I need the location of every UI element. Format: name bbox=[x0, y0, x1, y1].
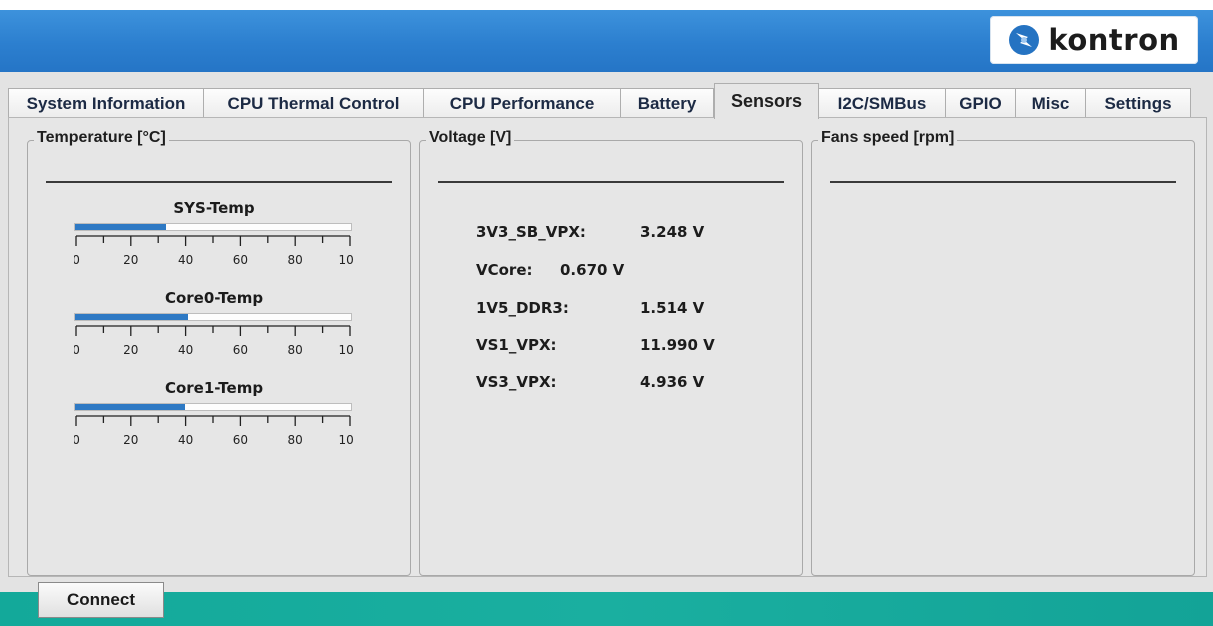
scale-label: 80 bbox=[288, 253, 303, 267]
gauge-track bbox=[74, 313, 352, 321]
voltage-label: VCore: bbox=[476, 261, 533, 279]
scale-label: 100 bbox=[339, 343, 354, 357]
fans-group-title: Fans speed [rpm] bbox=[818, 129, 958, 147]
scale-label: 0 bbox=[74, 433, 80, 447]
tab-label: Settings bbox=[1104, 93, 1172, 113]
gauge-fill bbox=[75, 224, 167, 230]
divider bbox=[438, 181, 784, 183]
voltage-value: 0.670 V bbox=[560, 261, 625, 279]
temperature-group: Temperature [°C] SYS-Temp 0 20 40 60 80 100 C… bbox=[27, 129, 411, 576]
voltage-label: 3V3_SB_VPX: bbox=[476, 223, 586, 241]
tab-misc[interactable]: Misc bbox=[1016, 88, 1086, 118]
gauge-fill bbox=[75, 314, 189, 320]
tab-label: CPU Thermal Control bbox=[227, 93, 400, 113]
gauge-fill bbox=[75, 404, 186, 410]
voltage-group-title: Voltage [V] bbox=[426, 129, 515, 147]
scale-label: 20 bbox=[123, 343, 138, 357]
divider bbox=[830, 181, 1176, 183]
connect-button[interactable]: Connect bbox=[38, 582, 164, 618]
voltage-group: Voltage [V] 3V3_SB_VPX: 3.248 V VCore: 0… bbox=[419, 129, 803, 576]
logo-text: kontron bbox=[1048, 23, 1180, 57]
tab-label: Sensors bbox=[730, 91, 803, 111]
tab-label: CPU Performance bbox=[449, 93, 595, 113]
divider bbox=[46, 181, 392, 183]
client-area: System Information CPU Thermal Control C… bbox=[0, 72, 1213, 592]
gauge-track bbox=[74, 223, 352, 231]
scale-label: 20 bbox=[123, 253, 138, 267]
scale-label: 80 bbox=[288, 343, 303, 357]
app-window: kontron System Information CPU Thermal C… bbox=[0, 10, 1213, 626]
tab-bar: System Information CPU Thermal Control C… bbox=[8, 82, 1191, 119]
tab-system-information[interactable]: System Information bbox=[8, 88, 204, 118]
tab-label: I2C/SMBus bbox=[837, 93, 927, 113]
scale-label: 100 bbox=[339, 433, 354, 447]
gauge-scale: 0 20 40 60 80 100 bbox=[74, 325, 354, 357]
scale-label: 60 bbox=[233, 433, 248, 447]
temperature-group-title: Temperature [°C] bbox=[34, 129, 169, 147]
tab-label: Misc bbox=[1031, 93, 1070, 113]
gauge-track bbox=[74, 403, 352, 411]
voltage-value: 3.248 V bbox=[640, 223, 705, 241]
tab-settings[interactable]: Settings bbox=[1086, 88, 1191, 118]
scale-label: 0 bbox=[74, 343, 80, 357]
voltage-value: 1.514 V bbox=[640, 299, 705, 317]
tab-cpu-thermal-control[interactable]: CPU Thermal Control bbox=[204, 88, 424, 118]
gauge-label: Core1-Temp bbox=[164, 379, 264, 397]
voltage-label: VS1_VPX: bbox=[476, 336, 557, 354]
tab-i2c-smbus[interactable]: I2C/SMBus bbox=[819, 88, 946, 118]
connect-button-label: Connect bbox=[67, 590, 135, 609]
tab-label: GPIO bbox=[959, 93, 1002, 113]
scale-label: 80 bbox=[288, 433, 303, 447]
scale-label: 20 bbox=[123, 433, 138, 447]
scale-label: 40 bbox=[178, 253, 193, 267]
gauge-scale: 0 20 40 60 80 100 bbox=[74, 235, 354, 267]
gauge-label: Core0-Temp bbox=[164, 289, 264, 307]
tab-sensors[interactable]: Sensors bbox=[714, 83, 819, 119]
tab-label: System Information bbox=[26, 93, 186, 113]
sensors-panel: Temperature [°C] SYS-Temp 0 20 40 60 80 100 C… bbox=[8, 117, 1207, 577]
tab-battery[interactable]: Battery bbox=[621, 88, 714, 118]
kontron-logo-icon bbox=[1009, 25, 1040, 55]
voltage-value: 4.936 V bbox=[640, 373, 705, 391]
gauge-label: SYS-Temp bbox=[173, 199, 255, 217]
scale-label: 40 bbox=[178, 433, 193, 447]
footer-bar: Connect bbox=[0, 582, 1213, 626]
voltage-label: 1V5_DDR3: bbox=[476, 299, 569, 317]
scale-label: 100 bbox=[339, 253, 354, 267]
tab-gpio[interactable]: GPIO bbox=[946, 88, 1016, 118]
gauge-scale: 0 20 40 60 80 100 bbox=[74, 415, 354, 447]
tab-label: Battery bbox=[637, 93, 697, 113]
header-bar: kontron bbox=[0, 10, 1213, 72]
scale-label: 0 bbox=[74, 253, 80, 267]
tab-cpu-performance[interactable]: CPU Performance bbox=[424, 88, 621, 118]
scale-label: 60 bbox=[233, 253, 248, 267]
scale-label: 40 bbox=[178, 343, 193, 357]
kontron-logo: kontron bbox=[990, 16, 1198, 64]
scale-label: 60 bbox=[233, 343, 248, 357]
fans-group: Fans speed [rpm] bbox=[811, 129, 1195, 576]
voltage-value: 11.990 V bbox=[640, 336, 715, 354]
voltage-label: VS3_VPX: bbox=[476, 373, 557, 391]
